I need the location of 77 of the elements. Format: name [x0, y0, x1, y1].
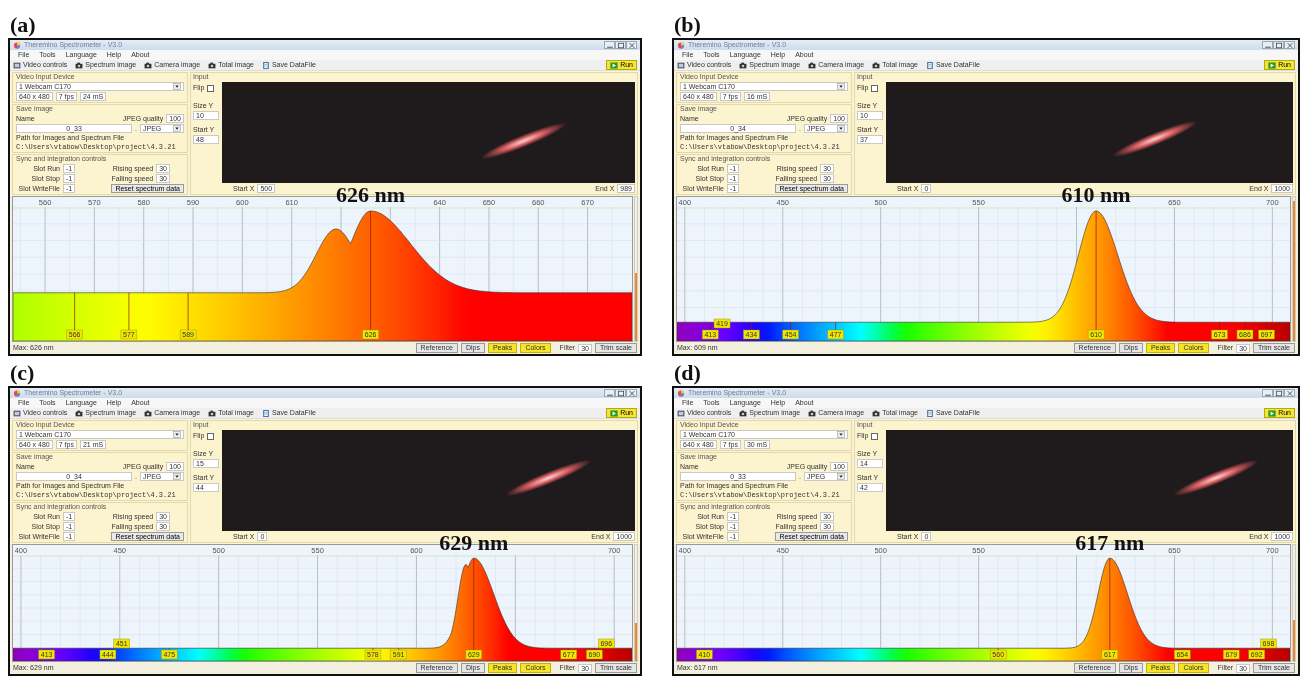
camera-icon: [808, 61, 817, 69]
maximize-button[interactable]: [615, 389, 626, 397]
monitor-icon: [677, 61, 685, 69]
peak-line: [751, 321, 752, 331]
camera-icon: [208, 61, 217, 69]
panel-label: (c): [9, 360, 36, 386]
panel-label: (d): [673, 360, 702, 386]
undefined: [627, 41, 636, 49]
peak-line: [128, 292, 130, 331]
monitor-icon: [13, 409, 21, 417]
app-icon: [677, 389, 685, 397]
peak-line: [790, 321, 791, 331]
document-icon: [261, 61, 270, 69]
caret-icon: [837, 473, 845, 480]
app-icon: [677, 41, 685, 49]
flip-checkbox[interactable]: [207, 432, 215, 440]
peak-line: [46, 647, 47, 651]
peak-line: [168, 647, 170, 651]
app-icon: [13, 389, 21, 397]
flip-checkbox[interactable]: [871, 432, 879, 440]
peak-line: [704, 647, 705, 651]
document-icon: [925, 61, 934, 69]
peak-annotation: 610 nm: [1061, 183, 1131, 207]
peak-annotation: 629 nm: [439, 531, 509, 555]
undefined: [1285, 389, 1294, 397]
monitor-icon: [13, 61, 21, 69]
camera-icon: [144, 61, 153, 69]
caret-icon: [173, 125, 181, 132]
flip-checkbox[interactable]: [871, 84, 879, 92]
camera-icon: [739, 409, 748, 417]
peak-line: [1244, 321, 1246, 331]
camera-icon: [75, 409, 84, 417]
camera-icon: [208, 409, 217, 417]
minimize-button[interactable]: [1262, 41, 1273, 49]
camera-icon: [872, 409, 881, 417]
play-icon: [610, 61, 619, 69]
minimize-button[interactable]: [1262, 389, 1273, 397]
document-icon: [261, 409, 270, 417]
peak-line: [1266, 321, 1267, 331]
caret-icon: [173, 83, 181, 90]
camera-icon: [144, 409, 153, 417]
panel-label: (b): [673, 12, 702, 38]
minimize-button[interactable]: [604, 41, 615, 49]
peak-line: [398, 647, 399, 651]
undefined: [627, 389, 636, 397]
camera-icon: [75, 61, 84, 69]
monitor-icon: [677, 409, 685, 417]
caret-icon: [173, 473, 181, 480]
minimize-button[interactable]: [604, 389, 615, 397]
camera-icon: [872, 61, 881, 69]
app-icon: [13, 41, 21, 49]
play-icon: [610, 409, 619, 417]
caret-icon: [173, 431, 181, 438]
peak-annotation: 626 nm: [336, 183, 406, 207]
maximize-button[interactable]: [615, 41, 626, 49]
document-icon: [925, 409, 934, 417]
caret-icon: [837, 83, 845, 90]
flip-checkbox[interactable]: [207, 84, 215, 92]
peak-line: [709, 321, 711, 331]
play-icon: [1268, 61, 1277, 69]
maximize-button[interactable]: [1273, 389, 1284, 397]
panel-label: (a): [9, 12, 37, 38]
caret-icon: [837, 431, 845, 438]
caret-icon: [837, 125, 845, 132]
maximize-button[interactable]: [1273, 41, 1284, 49]
peak-line: [187, 292, 189, 331]
peak-line: [1219, 321, 1220, 331]
peak-line: [74, 292, 75, 331]
play-icon: [1268, 409, 1277, 417]
peak-line: [997, 647, 999, 651]
peak-line: [372, 647, 374, 651]
undefined: [1285, 41, 1294, 49]
peak-line: [107, 647, 109, 651]
camera-icon: [739, 61, 748, 69]
camera-icon: [808, 409, 817, 417]
peak-line: [835, 321, 836, 331]
peak-annotation: 617 nm: [1075, 531, 1145, 555]
